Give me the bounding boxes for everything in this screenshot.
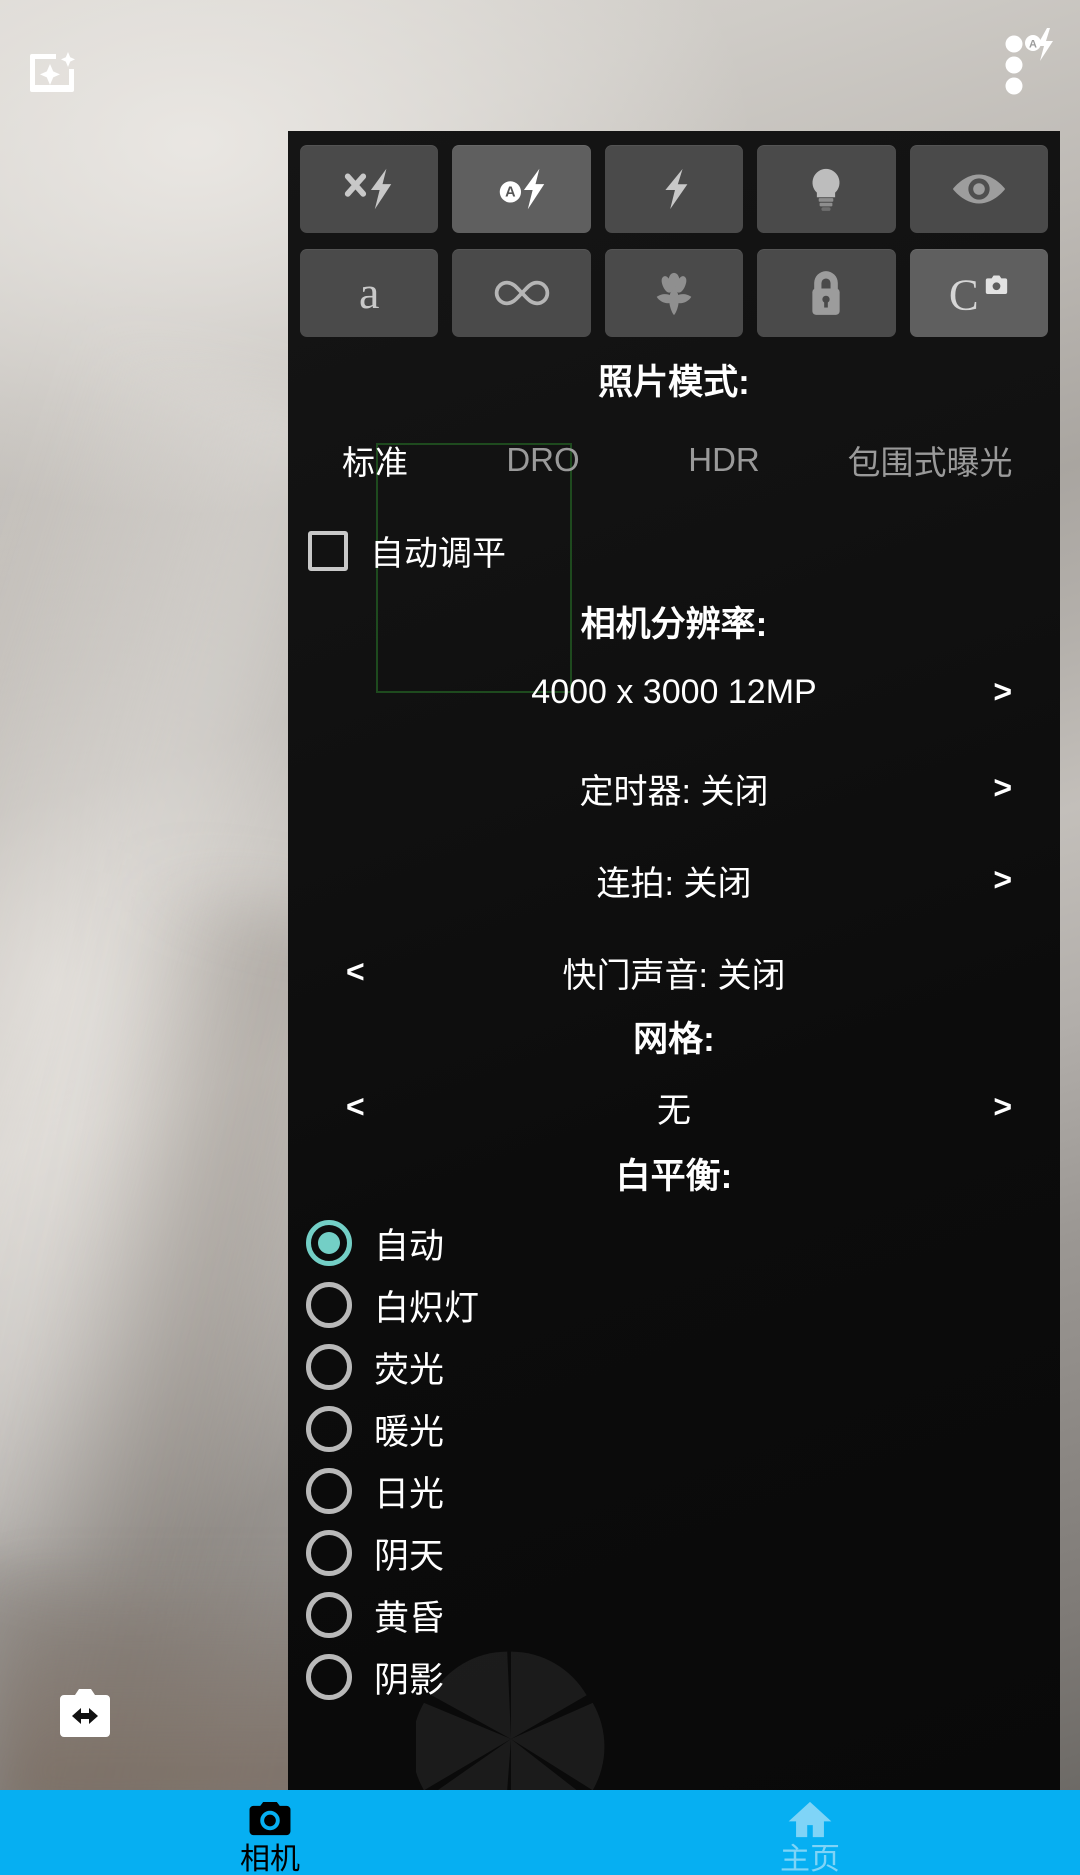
camera-resolution-row[interactable]: 4000 x 3000 12MP > xyxy=(288,662,1060,722)
home-icon xyxy=(788,1801,832,1838)
photo-mode-option-bracketing[interactable]: 包围式曝光 xyxy=(812,436,1048,484)
continuous-picture-icon: C xyxy=(949,270,1007,316)
radio-button[interactable] xyxy=(306,1344,352,1390)
white-balance-options: 自动 白炽灯 荧光 暖光 日光 阴天 黄昏 阴影 xyxy=(288,1212,1060,1708)
burst-next-chevron[interactable]: > xyxy=(993,862,1012,899)
radio-button[interactable] xyxy=(306,1220,352,1266)
flash-off-button[interactable] xyxy=(300,145,439,233)
focus-auto-button[interactable]: a xyxy=(300,249,439,337)
svg-text:A: A xyxy=(1029,39,1037,51)
flower-macro-icon xyxy=(656,272,692,316)
grid-prev-chevron[interactable]: < xyxy=(346,1089,365,1126)
camera-settings-panel: A a C 照片模式: 标准 DRO HDR 包围式曝光 自动调平 相机分辨率:… xyxy=(288,131,1060,1790)
lock-icon xyxy=(812,271,841,315)
torch-button[interactable] xyxy=(757,145,896,233)
photo-mode-option-hdr[interactable]: HDR xyxy=(636,441,812,479)
radio-button[interactable] xyxy=(306,1592,352,1638)
white-balance-label: 阴天 xyxy=(374,1536,445,1576)
nav-item-camera[interactable]: 相机 xyxy=(0,1790,540,1875)
bottom-navigation-bar: 相机 主页 xyxy=(0,1790,1080,1875)
photo-mode-title: 照片模式: xyxy=(598,363,750,402)
auto-level-label: 自动调平 xyxy=(370,535,506,573)
white-balance-option-warm-fluorescent[interactable]: 暖光 xyxy=(306,1398,1060,1460)
svg-text:A: A xyxy=(505,185,516,201)
burst-row[interactable]: 连拍: 关闭 > xyxy=(288,850,1060,910)
camera-mode-grid: A a C xyxy=(288,131,1060,337)
grid-next-chevron[interactable]: > xyxy=(993,1089,1012,1126)
focus-macro-button[interactable] xyxy=(604,249,744,337)
svg-text:C: C xyxy=(949,270,979,316)
auto-flash-icon: A xyxy=(1025,28,1053,61)
overflow-menu-icon[interactable]: A xyxy=(1000,26,1056,104)
white-balance-option-cloudy[interactable]: 阴天 xyxy=(306,1522,1060,1584)
white-balance-option-auto[interactable]: 自动 xyxy=(306,1212,1060,1274)
grid-row[interactable]: < 无 > xyxy=(288,1077,1060,1137)
switch-camera-icon[interactable] xyxy=(54,1687,116,1745)
red-eye-reduction-button[interactable] xyxy=(909,145,1048,233)
settings-body: 照片模式: 标准 DRO HDR 包围式曝光 自动调平 相机分辨率: 4000 … xyxy=(288,343,1060,1708)
white-balance-option-daylight[interactable]: 日光 xyxy=(306,1460,1060,1522)
photo-mode-option-standard[interactable]: 标准 xyxy=(300,436,450,484)
shutter-sound-value: 快门声音: 关闭 xyxy=(562,956,786,995)
nav-label-camera: 相机 xyxy=(240,1843,300,1875)
white-balance-option-shade[interactable]: 阴影 xyxy=(306,1646,1060,1708)
radio-button[interactable] xyxy=(306,1282,352,1328)
timer-value: 定时器: 关闭 xyxy=(579,772,769,811)
flash-off-icon xyxy=(345,168,392,210)
white-balance-label: 白炽灯 xyxy=(374,1288,480,1328)
grid-title: 网格: xyxy=(633,1020,715,1059)
flash-on-icon xyxy=(665,168,688,210)
flash-on-button[interactable] xyxy=(604,145,744,233)
white-balance-label: 黄昏 xyxy=(374,1598,445,1638)
camera-resolution-next-chevron[interactable]: > xyxy=(993,674,1012,711)
focus-continuous-picture-button[interactable]: C xyxy=(909,249,1048,337)
timer-next-chevron[interactable]: > xyxy=(993,770,1012,807)
white-balance-option-twilight[interactable]: 黄昏 xyxy=(306,1584,1060,1646)
camera-icon xyxy=(249,1801,291,1836)
nav-label-home: 主页 xyxy=(780,1843,840,1875)
radio-button[interactable] xyxy=(306,1530,352,1576)
infinity-icon xyxy=(494,280,549,306)
white-balance-label: 暖光 xyxy=(374,1412,445,1452)
photo-effects-icon[interactable] xyxy=(22,40,86,104)
white-balance-label: 日光 xyxy=(374,1474,445,1514)
grid-value: 无 xyxy=(657,1091,691,1130)
timer-row[interactable]: 定时器: 关闭 > xyxy=(288,758,1060,818)
radio-button[interactable] xyxy=(306,1654,352,1700)
white-balance-title: 白平衡: xyxy=(615,1157,733,1196)
burst-value: 连拍: 关闭 xyxy=(596,864,752,903)
white-balance-label: 阴影 xyxy=(374,1660,445,1700)
camera-resolution-value: 4000 x 3000 12MP xyxy=(531,672,817,711)
light-bulb-icon xyxy=(812,168,840,211)
photo-mode-options: 标准 DRO HDR 包围式曝光 xyxy=(288,436,1060,484)
camera-app-screen: A A a C 照片模式: 标准 DRO HDR 包围式曝光 自动调平 相机分辨… xyxy=(0,0,1080,1875)
white-balance-label: 自动 xyxy=(374,1226,445,1266)
focus-locked-button[interactable] xyxy=(757,249,896,337)
auto-level-checkbox[interactable] xyxy=(308,530,348,571)
white-balance-option-fluorescent[interactable]: 荧光 xyxy=(306,1336,1060,1398)
photo-mode-option-dro[interactable]: DRO xyxy=(450,441,636,479)
shutter-sound-prev-chevron[interactable]: < xyxy=(346,954,365,991)
white-balance-option-incandescent[interactable]: 白炽灯 xyxy=(306,1274,1060,1336)
radio-button[interactable] xyxy=(306,1406,352,1452)
camera-resolution-title: 相机分辨率: xyxy=(580,605,768,644)
eye-icon xyxy=(952,174,1005,204)
flash-auto-icon: A xyxy=(499,168,544,210)
auto-level-row[interactable]: 自动调平 xyxy=(288,526,1060,575)
focus-infinity-button[interactable] xyxy=(452,249,591,337)
white-balance-label: 荧光 xyxy=(374,1350,445,1390)
letter-a-icon: a xyxy=(358,267,380,318)
flash-auto-button[interactable]: A xyxy=(452,145,591,233)
nav-item-home[interactable]: 主页 xyxy=(540,1790,1080,1875)
shutter-sound-row[interactable]: < 快门声音: 关闭 xyxy=(288,942,1060,1002)
radio-button[interactable] xyxy=(306,1468,352,1514)
